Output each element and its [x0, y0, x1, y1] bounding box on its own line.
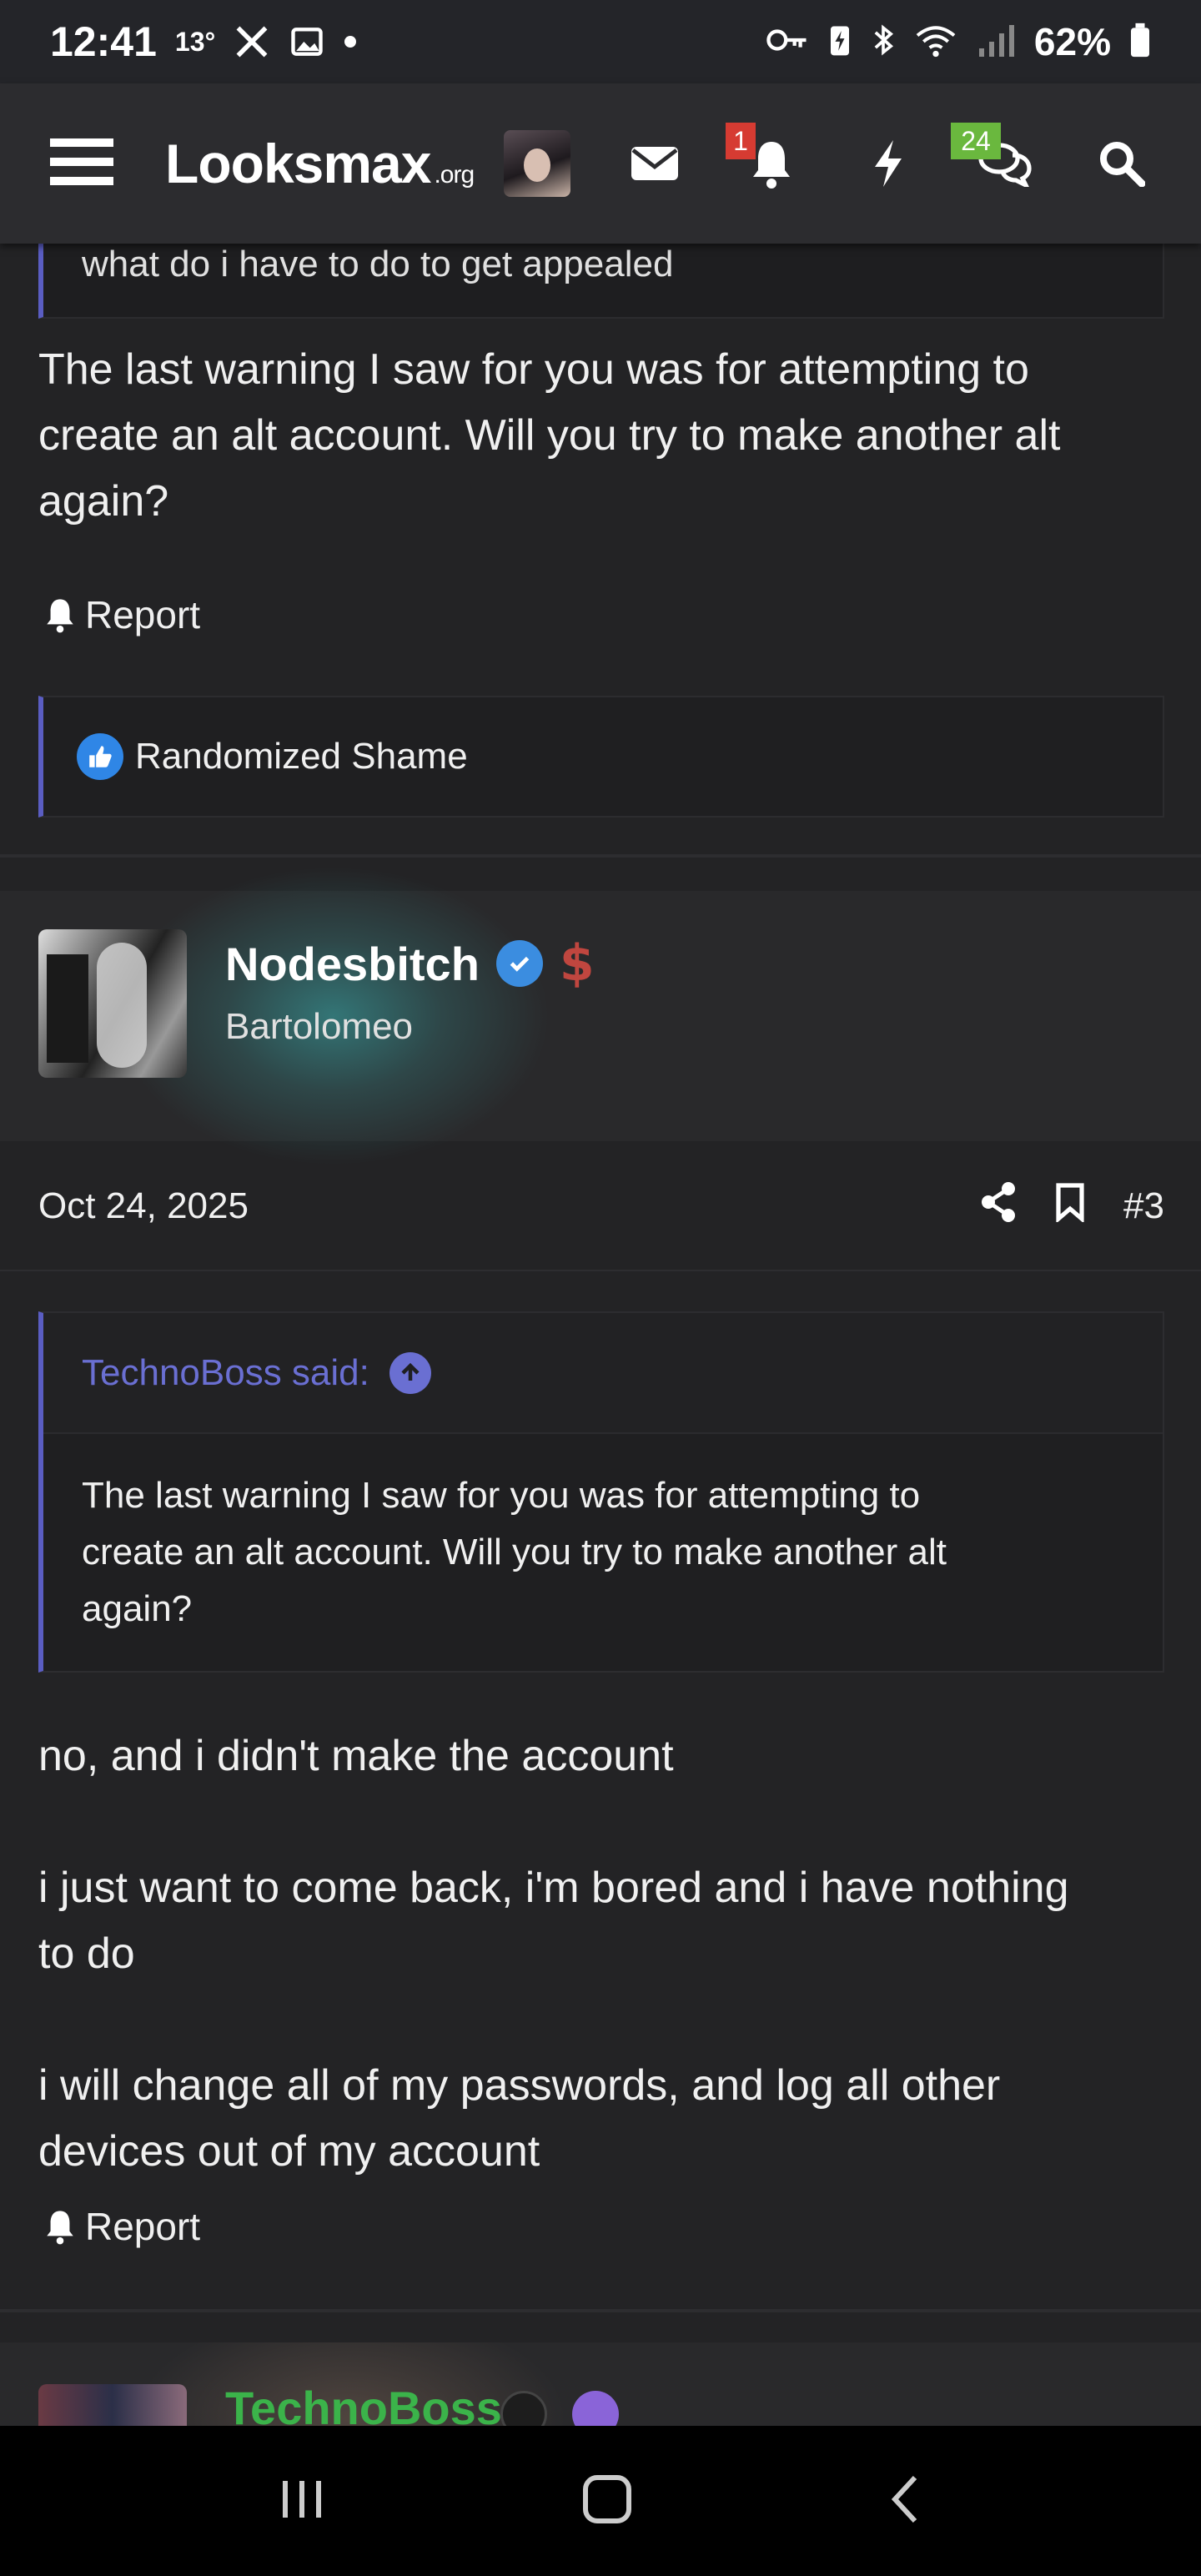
whats-new-lightning-icon[interactable]	[859, 134, 917, 193]
report-button[interactable]: Report	[43, 592, 200, 637]
post-date[interactable]: Oct 24, 2025	[38, 1185, 249, 1227]
account-avatar[interactable]	[504, 130, 571, 197]
inbox-icon[interactable]	[626, 134, 684, 193]
alerts-bell-icon[interactable]: 1	[726, 123, 801, 193]
go-to-quote-arrow-icon[interactable]	[389, 1351, 431, 1394]
notification-dot-icon	[344, 35, 357, 48]
meta-divider	[0, 1270, 1201, 1271]
reaction-summary[interactable]: Randomized Shame	[135, 736, 468, 777]
post-separator	[0, 2309, 1201, 2312]
vpn-key-icon	[766, 25, 809, 59]
report-bell-icon	[47, 2211, 73, 2245]
hamburger-menu-icon[interactable]	[50, 135, 113, 193]
report-label: Report	[85, 593, 201, 636]
report-label: Report	[85, 2205, 201, 2248]
username[interactable]: TechnoBoss	[225, 2381, 502, 2426]
recent-apps-icon[interactable]	[276, 2474, 329, 2528]
quote-text: The last warning I saw for you was for a…	[82, 1475, 947, 1629]
report-button[interactable]: Report	[43, 2204, 200, 2249]
user-title: Bartolomeo	[225, 1006, 414, 1047]
previous-post-body: The last warning I saw for you was for a…	[38, 345, 1061, 526]
user-avatar[interactable]	[38, 929, 187, 1078]
battery-icon	[1129, 22, 1151, 63]
site-header: Looksmax .org 1 24	[0, 83, 1201, 244]
dollar-sign-icon: $	[559, 934, 595, 993]
quote-author[interactable]: TechnoBoss said:	[82, 1352, 369, 1394]
back-icon[interactable]	[885, 2473, 925, 2530]
alerts-badge: 1	[726, 123, 756, 159]
reactions-bar[interactable]: Randomized Shame	[38, 696, 1164, 818]
battery-percentage: 62%	[1033, 20, 1111, 63]
status-time: 12:41	[50, 18, 157, 65]
battery-saver-icon	[827, 22, 852, 63]
verified-badge-icon	[495, 940, 543, 987]
site-logo[interactable]: Looksmax .org	[165, 132, 475, 195]
report-bell-icon	[47, 599, 73, 633]
quote-header[interactable]: TechnoBoss said:	[43, 1313, 1163, 1434]
post-body: no, and i didn't make the account i just…	[38, 1732, 1069, 2176]
search-icon[interactable]	[1093, 134, 1151, 193]
quote-text-tail: what do i have to do to get appealed	[82, 244, 674, 284]
post-number[interactable]: #3	[1123, 1185, 1164, 1227]
username[interactable]: Nodesbitch	[225, 937, 480, 991]
bookmark-icon[interactable]	[1055, 1182, 1085, 1231]
verified-badge-icon	[572, 2391, 619, 2426]
username-row: Nodesbitch $	[225, 934, 595, 993]
home-icon[interactable]	[580, 2473, 634, 2530]
logo-suffix: .org	[434, 161, 475, 189]
share-icon[interactable]	[980, 1181, 1017, 1231]
post-separator	[0, 854, 1201, 858]
conversations-icon[interactable]: 24	[951, 123, 1034, 193]
quote-block-previous: what do i have to do to get appealed	[38, 244, 1164, 319]
conversations-badge: 24	[951, 123, 1001, 159]
post-user-info: Nodesbitch $ Bartolomeo	[0, 866, 1201, 1166]
signal-icon	[976, 22, 1016, 63]
status-temperature: 13°	[174, 26, 216, 57]
post-meta: Oct 24, 2025 #3	[38, 1173, 1164, 1240]
user-avatar[interactable]	[38, 2384, 187, 2426]
status-bar: 12:41 13° 62%	[0, 0, 1201, 83]
x-app-icon	[234, 23, 270, 60]
next-post-user-info: TechnoBoss	[0, 2342, 1201, 2426]
system-navigation-bar	[0, 2426, 1201, 2576]
like-reaction-icon	[77, 733, 123, 780]
gallery-icon	[289, 23, 325, 60]
wifi-icon	[914, 22, 957, 63]
quote-block: TechnoBoss said: The last warning I saw …	[38, 1311, 1164, 1673]
logo-text: Looksmax	[165, 133, 431, 194]
bluetooth-icon	[871, 22, 896, 63]
